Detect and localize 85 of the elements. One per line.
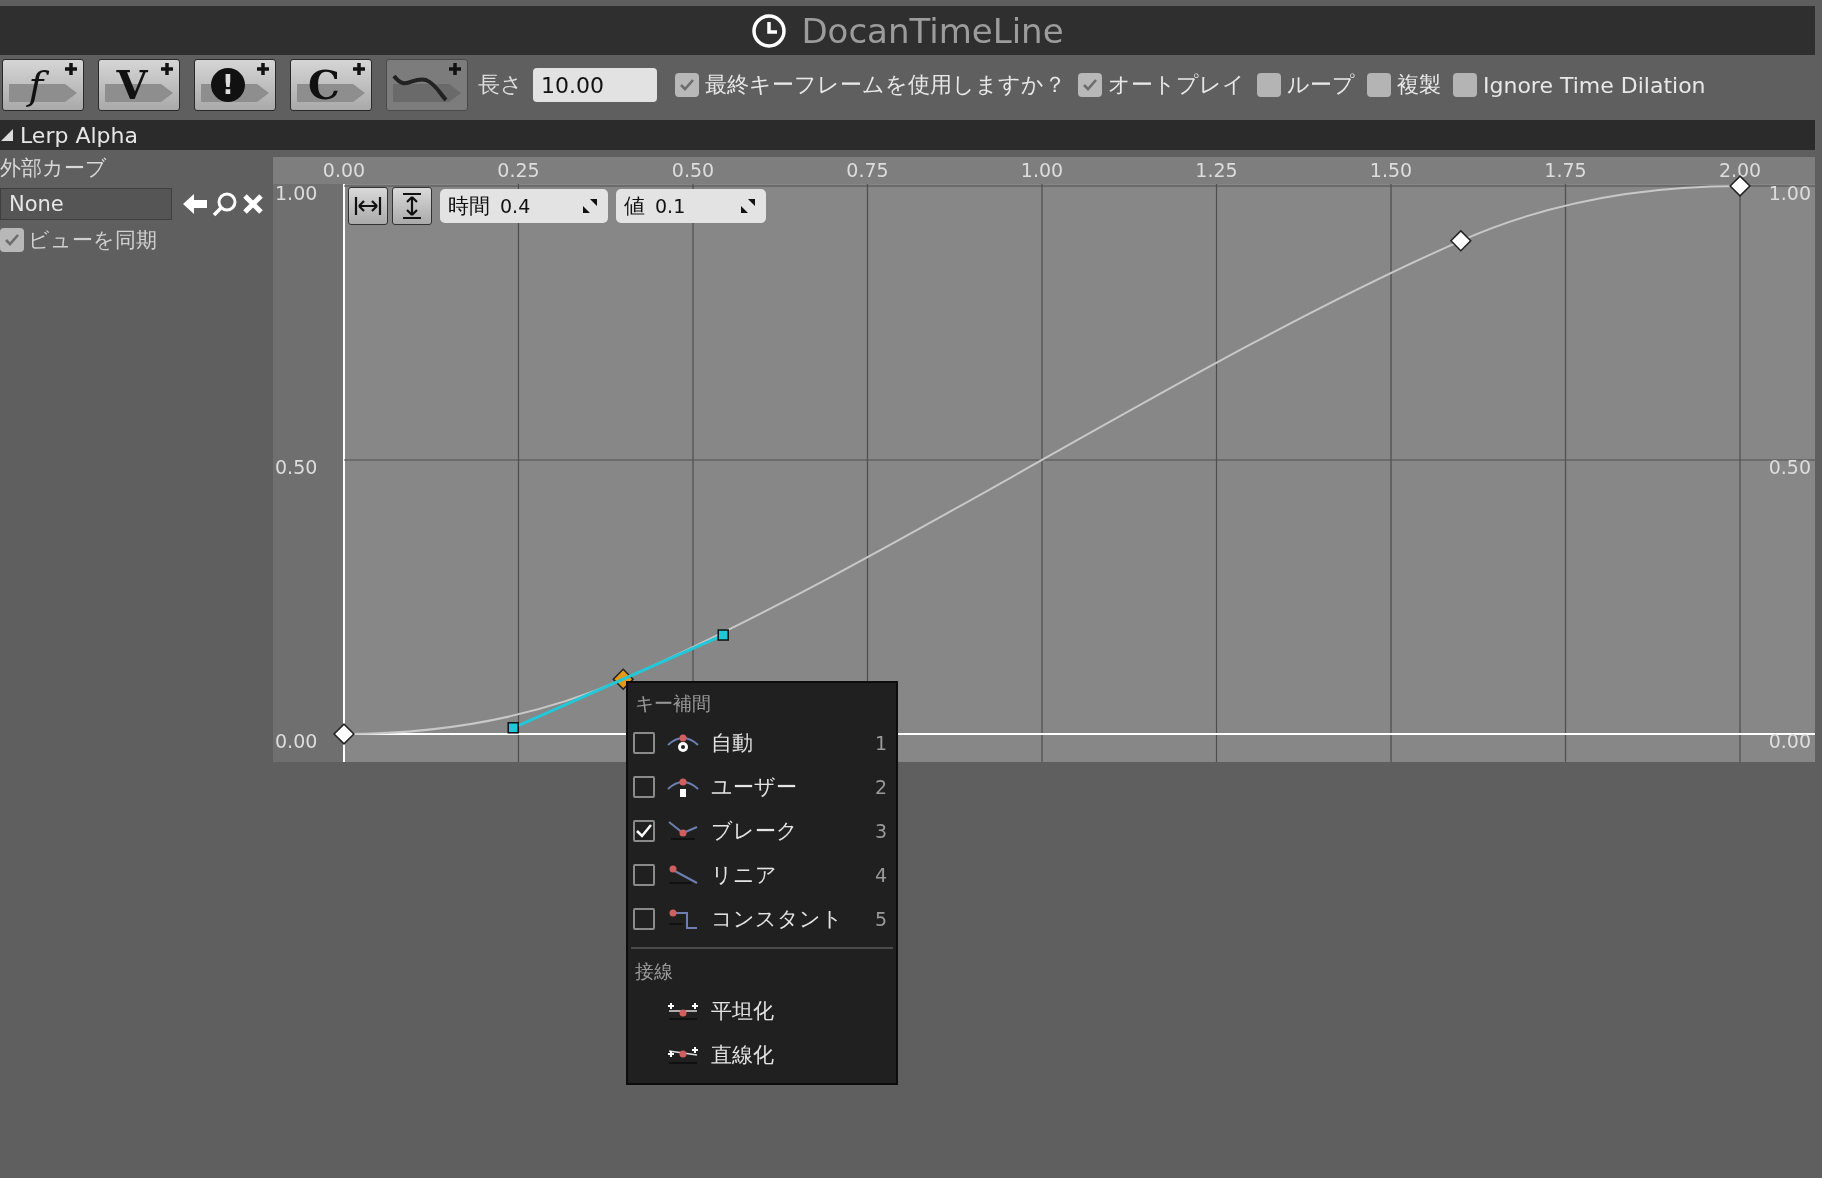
- x-axis-label: 0.50: [671, 159, 715, 181]
- length-label: 長さ: [478, 71, 523, 99]
- checkbox[interactable]: [633, 776, 655, 798]
- x-axis-label: 0.00: [322, 159, 366, 181]
- menu-item[interactable]: 自動 1: [631, 721, 893, 765]
- window-title: DocanTimeLine: [801, 10, 1064, 51]
- checkbox[interactable]: [0, 228, 24, 252]
- x-axis-label: 1.00: [1020, 159, 1064, 181]
- add-button[interactable]: !: [194, 59, 276, 111]
- resize-arrows-icon: [582, 198, 598, 214]
- shortcut-key: 5: [874, 908, 887, 930]
- resize-arrows-icon: [740, 198, 756, 214]
- menu-item[interactable]: ユーザー 2: [631, 765, 893, 809]
- plus-icon: [256, 62, 270, 76]
- x-axis-label: 1.75: [1544, 159, 1587, 181]
- fit-horizontal-button[interactable]: [348, 187, 388, 225]
- checkbox[interactable]: [1453, 73, 1477, 97]
- checkbox[interactable]: [1367, 73, 1391, 97]
- shortcut-key: 2: [874, 776, 887, 798]
- checkbox[interactable]: [633, 732, 655, 754]
- search-icon: [212, 191, 238, 217]
- field-value: 0.1: [655, 195, 686, 217]
- tangent-handles[interactable]: [507, 629, 729, 734]
- check-icon: [636, 824, 652, 838]
- menu-item[interactable]: ブレーク 3: [631, 809, 893, 853]
- shortcut-key: 1: [874, 732, 887, 754]
- shortcut-key: 3: [874, 820, 887, 842]
- triangle-icon: [0, 128, 14, 142]
- x-axis-label: 1.25: [1195, 159, 1238, 181]
- menu-section-title: 接線: [634, 959, 674, 984]
- track-name: Lerp Alpha: [20, 122, 138, 148]
- field-label: 時間: [448, 193, 490, 220]
- menu-item[interactable]: コンスタント 5: [631, 897, 893, 941]
- y-axis-label: 0.00: [1768, 730, 1811, 753]
- length-field[interactable]: 10.00: [533, 68, 657, 102]
- add-button[interactable]: C: [290, 59, 372, 111]
- plus-icon: [448, 62, 462, 76]
- y-axis-label: 0.50: [275, 456, 318, 479]
- option-label: オートプレイ: [1108, 71, 1245, 99]
- key-time-field[interactable]: 時間 0.4: [440, 189, 608, 223]
- check-icon: [680, 79, 694, 91]
- fit-horizontal-icon: [353, 194, 383, 218]
- menu-item[interactable]: 平坦化: [631, 989, 893, 1033]
- plus-icon: [352, 62, 366, 76]
- add-button[interactable]: V: [98, 59, 180, 111]
- arrow-left-icon: [182, 192, 208, 216]
- x-axis-label: 0.75: [846, 159, 889, 181]
- y-axis-label: 0.00: [275, 730, 318, 753]
- close-icon: [242, 193, 264, 215]
- external-curve-label: 外部カーブ: [0, 155, 108, 182]
- arrow-icon: [393, 82, 463, 104]
- option-label: 最終キーフレームを使用しますか？: [705, 71, 1066, 99]
- checkbox[interactable]: [1257, 73, 1281, 97]
- checkbox[interactable]: [633, 864, 655, 886]
- shortcut-key: 4: [874, 864, 887, 886]
- option-label: Ignore Time Dilation: [1483, 72, 1706, 98]
- field-value: 0.4: [500, 195, 531, 217]
- y-axis-label: 1.00: [1768, 182, 1811, 205]
- menu-item[interactable]: 直線化: [631, 1033, 893, 1077]
- plus-icon: [160, 62, 174, 76]
- check-icon: [1083, 79, 1097, 91]
- y-axis-label: 1.00: [275, 182, 318, 205]
- x-axis-label: 1.50: [1369, 159, 1413, 181]
- menu-item[interactable]: リニア 4: [631, 853, 893, 897]
- checkbox[interactable]: [633, 908, 655, 930]
- plus-icon: [64, 62, 78, 76]
- fit-vertical-icon: [400, 191, 424, 221]
- key-value-field[interactable]: 値 0.1: [616, 189, 766, 223]
- x-axis-label: 0.25: [497, 159, 540, 181]
- field-label: 値: [624, 193, 645, 220]
- checkbox[interactable]: [633, 820, 655, 842]
- fit-vertical-button[interactable]: [392, 187, 432, 225]
- clock-icon: [751, 12, 788, 49]
- curve-asset-field[interactable]: None: [0, 188, 172, 220]
- track-header[interactable]: Lerp Alpha: [0, 120, 1815, 150]
- add-button[interactable]: f: [2, 59, 84, 111]
- check-icon: [5, 234, 19, 246]
- checkbox[interactable]: [675, 73, 699, 97]
- y-axis-label: 0.50: [1768, 456, 1811, 479]
- checkbox[interactable]: [1078, 73, 1102, 97]
- menu-section-title: キー補間: [634, 691, 712, 716]
- option-label: 複製: [1397, 71, 1441, 99]
- x-axis-label: 2.00: [1718, 159, 1762, 181]
- option-label: ループ: [1287, 71, 1355, 99]
- sync-view-label: ビューを同期: [28, 227, 157, 254]
